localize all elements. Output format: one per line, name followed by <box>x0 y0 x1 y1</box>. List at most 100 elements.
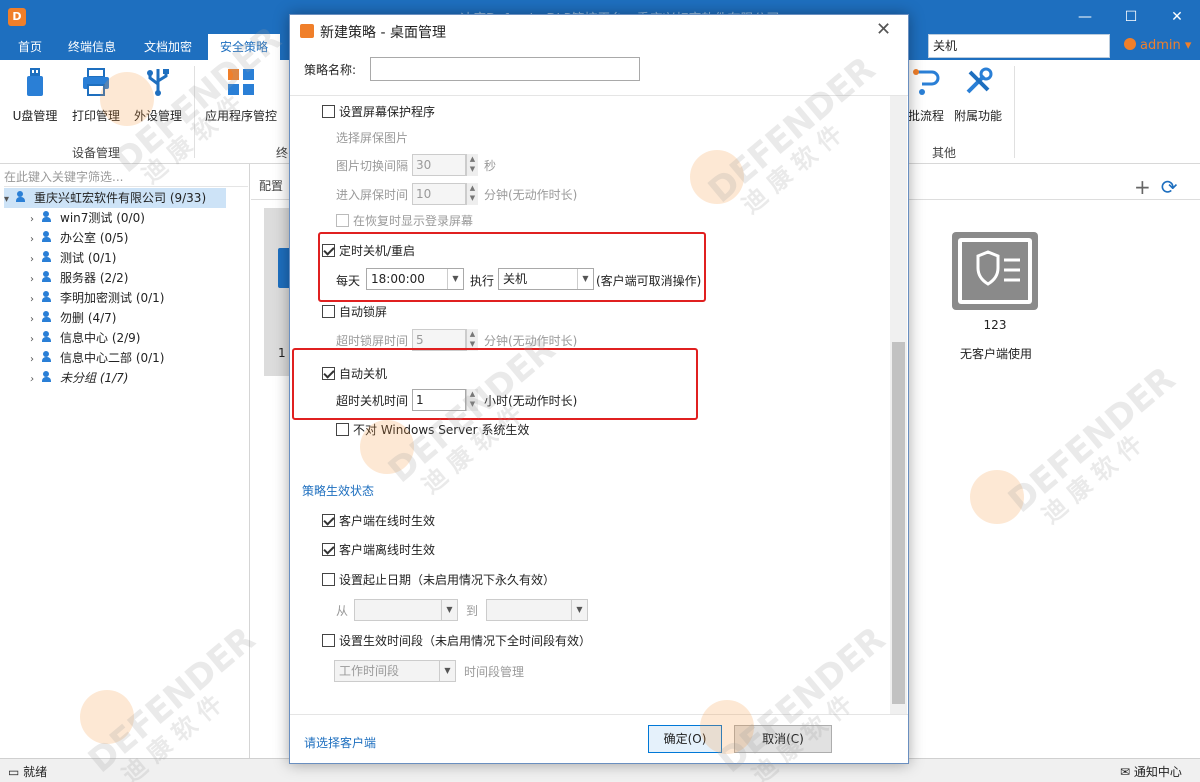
effect-section-title: 策略生效状态 <box>302 484 375 498</box>
chevron-right-icon[interactable]: › <box>30 230 42 250</box>
dialog-title-bar: 新建策略 - 桌面管理 ✕ <box>290 15 908 47</box>
tree-item[interactable]: › 服务器 (2/2) <box>30 268 129 288</box>
from-label: 从 <box>336 604 349 618</box>
time-period-checkbox[interactable]: 设置生效时间段（未启用情况下全时间段有效） <box>322 632 591 650</box>
scrollbar-thumb[interactable] <box>892 342 905 704</box>
date-range-checkbox[interactable]: 设置起止日期（未启用情况下永久有效） <box>322 571 555 589</box>
time-period-manage-link: 时间段管理 <box>464 665 525 679</box>
close-icon[interactable]: ✕ <box>876 19 891 40</box>
tree-item[interactable]: › 勿删 (4/7) <box>30 308 117 328</box>
shield-icon <box>958 238 1032 304</box>
select-client-link[interactable]: 请选择客户端 <box>304 734 376 751</box>
group-icon <box>42 291 56 303</box>
app-control-button[interactable]: 应用程序管控 <box>200 66 282 124</box>
chevron-down-icon: ▼ <box>441 600 457 620</box>
group-icon <box>42 231 56 243</box>
chevron-right-icon[interactable]: › <box>30 210 42 230</box>
shield-settings-icon[interactable] <box>952 232 1038 310</box>
shutdown-action-select[interactable]: 关机 ▼ <box>498 268 594 290</box>
tree-item[interactable]: › 信息中心 (2/9) <box>30 328 141 348</box>
tab-security-policy[interactable]: 安全策略 <box>208 34 281 60</box>
group-icon <box>42 331 56 343</box>
dialog-title: 新建策略 - 桌面管理 <box>320 25 446 41</box>
search-input[interactable]: 关机 <box>928 34 1110 58</box>
cancel-button[interactable]: 取消(C) <box>734 725 832 753</box>
minimize-button[interactable]: — <box>1062 0 1108 34</box>
policy-name-input[interactable] <box>370 57 640 81</box>
printer-icon <box>83 68 109 96</box>
peripheral-manage-button[interactable]: 外设管理 <box>125 66 191 124</box>
ok-button[interactable]: 确定(O) <box>648 725 722 753</box>
watermark-logo-icon <box>970 470 1024 524</box>
chevron-down-icon: ▼ <box>571 600 587 620</box>
refresh-icon[interactable]: ⟳ <box>1161 175 1178 199</box>
tab-terminal-info[interactable]: 终端信息 <box>56 34 128 60</box>
tab-doc-encrypt[interactable]: 文档加密 <box>132 34 204 60</box>
tree-item[interactable]: › 未分组 (1/7) <box>30 368 129 388</box>
auto-shutdown-checkbox[interactable]: 自动关机 <box>322 365 387 383</box>
notification-center-button[interactable]: ✉ 通知中心 <box>1120 763 1182 780</box>
group-icon <box>42 351 56 363</box>
chevron-right-icon[interactable]: › <box>30 370 42 390</box>
group-icon <box>16 191 30 203</box>
shutdown-timeout-label: 超时关机时间 <box>336 394 409 408</box>
shutdown-timeout-spinner[interactable]: ▲ ▼ <box>466 389 478 411</box>
tree-item[interactable]: › 测试 (0/1) <box>30 248 117 268</box>
policy-card-status: 无客户端使用 <box>959 347 1032 361</box>
tree-root[interactable]: ▾ 重庆兴虹宏软件有限公司 (9/33) <box>4 188 226 208</box>
usb-manage-button[interactable]: U盘管理 <box>2 66 68 124</box>
daily-label: 每天 <box>336 274 361 288</box>
shutdown-time-select[interactable]: 18:00:00 ▼ <box>366 268 464 290</box>
tree-item[interactable]: › 信息中心二部 (0/1) <box>30 348 165 368</box>
watermark-text: DEFENDER <box>1001 359 1183 521</box>
group-icon <box>42 211 56 223</box>
auto-lock-checkbox[interactable]: 自动锁屏 <box>322 303 387 321</box>
to-date-select: ▼ <box>486 599 588 621</box>
offline-effect-checkbox[interactable]: 客户端离线时生效 <box>322 541 435 559</box>
right-toolbar: + ⟳ <box>1134 175 1178 199</box>
online-effect-checkbox[interactable]: 客户端在线时生效 <box>322 512 435 530</box>
chevron-right-icon[interactable]: › <box>30 270 42 290</box>
exec-label: 执行 <box>470 274 495 288</box>
enter-unit: 分钟(无动作时长) <box>484 188 578 202</box>
tab-home[interactable]: 首页 <box>6 34 54 60</box>
tree-filter-input[interactable]: 在此键入关键字筛选... <box>4 167 248 187</box>
chevron-right-icon[interactable]: › <box>30 310 42 330</box>
chevron-right-icon[interactable]: › <box>30 350 42 370</box>
status-ready: ▭ 就绪 <box>8 765 48 779</box>
app-logo-icon <box>300 24 314 38</box>
maximize-button[interactable]: ☐ <box>1108 0 1154 34</box>
group-icon <box>42 251 56 263</box>
scheduled-shutdown-checkbox[interactable]: 定时关机/重启 <box>322 242 415 260</box>
org-tree-panel: 在此键入关键字筛选... ▾ 重庆兴虹宏软件有限公司 (9/33) › win7测试… <box>0 164 250 758</box>
tree-item[interactable]: › 李明加密测试 (0/1) <box>30 288 165 308</box>
cancelable-note: (客户端可取消操作) <box>596 274 702 288</box>
app-grid-icon <box>228 69 254 95</box>
interval-unit: 秒 <box>484 159 497 173</box>
chevron-right-icon[interactable]: › <box>30 330 42 350</box>
chevron-down-icon[interactable]: ▾ <box>4 190 16 210</box>
app-logo-icon: D <box>8 8 26 26</box>
shutdown-timeout-input[interactable]: 1 <box>412 389 466 411</box>
chevron-down-icon: ▾ <box>1184 38 1192 53</box>
from-date-select: ▼ <box>354 599 458 621</box>
tree-item[interactable]: › win7测试 (0/0) <box>30 208 145 228</box>
add-icon[interactable]: + <box>1134 175 1151 199</box>
ribbon-group-other: 其他 <box>932 146 957 160</box>
ribbon-separator <box>1014 66 1015 158</box>
chevron-right-icon[interactable]: › <box>30 290 42 310</box>
print-manage-button[interactable]: 打印管理 <box>63 66 129 124</box>
interval-input: 30 <box>412 154 466 176</box>
mail-icon: ✉ <box>1120 765 1134 779</box>
user-name: admin <box>1140 38 1181 53</box>
group-icon <box>42 271 56 283</box>
interval-spinner: ▲ ▼ <box>466 154 478 176</box>
screensaver-checkbox[interactable]: 设置屏幕保护程序 <box>322 103 435 121</box>
close-window-button[interactable]: ✕ <box>1154 0 1200 34</box>
tree-item[interactable]: › 办公室 (0/5) <box>30 228 129 248</box>
chevron-right-icon[interactable]: › <box>30 250 42 270</box>
extra-functions-button[interactable]: 附属功能 <box>946 66 1010 124</box>
usb-drive-icon <box>27 68 43 96</box>
exclude-server-checkbox[interactable]: 不对 Windows Server 系统生效 <box>336 421 529 439</box>
user-menu[interactable]: admin ▾ <box>1124 38 1191 53</box>
